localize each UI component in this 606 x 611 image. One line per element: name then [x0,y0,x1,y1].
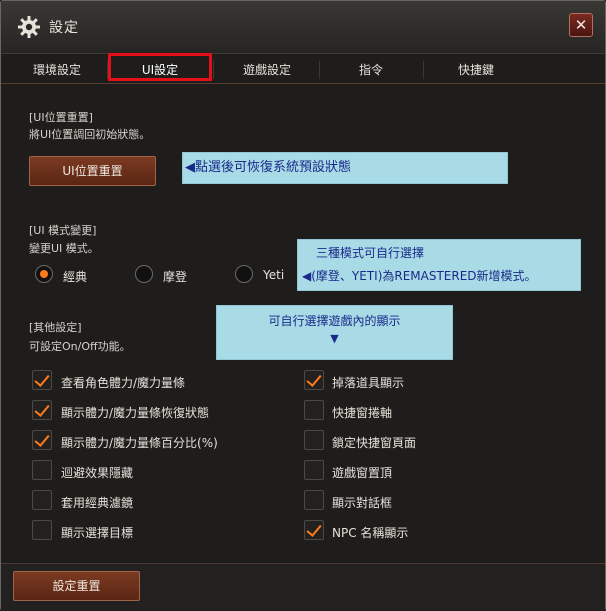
down-arrow-icon: ▼ [330,332,339,345]
radio-modern[interactable] [135,265,153,283]
checkbox-show-bar-recovery[interactable] [32,400,52,420]
close-button[interactable]: ✕ [569,13,593,37]
tab-divider [319,61,320,79]
ui-reset-description: 將UI位置調回初始狀態。 [29,128,151,141]
checkbox-hide-evasion-effect[interactable] [32,460,52,480]
tab-environment[interactable]: 環境設定 [7,55,107,83]
checkbox-label: 套用經典濾鏡 [61,496,134,510]
ui-mode-callout: 三種模式可自行選擇 ◀(摩登、YETI)為REMASTERED新增模式。 [297,239,581,291]
ui-mode-callout-line2: ◀(摩登、YETI)為REMASTERED新增模式。 [302,269,537,283]
other-callout-line1: 可自行選擇遊戲內的顯示 [268,314,401,328]
title-bar: 設定 ✕ [1,1,605,54]
checkbox-label: 迴避效果隱藏 [61,466,134,480]
tab-game-settings[interactable]: 遊戲設定 [217,55,317,83]
checkbox-label: 掉落道具顯示 [332,376,405,390]
settings-window: 設定 ✕ 環境設定 UI設定 遊戲設定 指令 快捷鍵 [UI位置重置] 將UI位… [0,0,606,611]
checkbox-label: 顯示體力/魔力量條恢復狀態 [61,406,210,420]
close-icon: ✕ [574,16,588,34]
checkbox-show-target[interactable] [32,520,52,540]
ui-mode-description: 變更UI 模式。 [29,242,99,255]
reset-settings-button[interactable]: 設定重置 [13,571,140,601]
active-tab-highlight [108,53,212,81]
radio-classic[interactable] [35,265,53,283]
checkbox-show-bar-percent[interactable] [32,430,52,450]
checkbox-label: 顯示選擇目標 [61,526,134,540]
other-settings-description: 可設定On/Off功能。 [29,340,131,353]
checkbox-classic-filter[interactable] [32,490,52,510]
checkbox-hotbar-scroll[interactable] [304,400,324,420]
ui-reset-button[interactable]: UI位置重置 [29,156,156,186]
tab-divider [423,61,424,79]
checkbox-label: 顯示體力/魔力量條百分比(%) [61,436,218,450]
checkbox-npc-names[interactable] [304,520,324,540]
radio-yeti[interactable] [235,265,253,283]
checkbox-label: NPC 名稱顯示 [332,526,409,540]
tab-commands[interactable]: 指令 [321,55,421,83]
other-settings-callout: 可自行選擇遊戲內的顯示 ▼ [216,305,453,360]
checkbox-label: 鎖定快捷窗頁面 [332,436,417,450]
checkbox-label: 查看角色體力/魔力量條 [61,376,186,390]
other-settings-heading: [其他設定] [29,321,82,334]
radio-classic-label: 經典 [63,270,88,284]
window-title: 設定 [49,20,79,36]
footer-bar: 設定重置 [1,563,605,611]
tab-bar: 環境設定 UI設定 遊戲設定 指令 快捷鍵 [1,55,605,84]
radio-modern-label: 摩登 [163,270,188,284]
gear-icon [18,16,40,38]
checkbox-label: 顯示對話框 [332,496,393,510]
ui-reset-heading: [UI位置重置] [29,111,93,124]
checkbox-label: 快捷窗捲軸 [332,406,393,420]
checkbox-show-dropped-items[interactable] [304,370,324,390]
ui-reset-callout: ◀點選後可恢復系統預設狀態 [182,152,508,184]
checkbox-window-topmost[interactable] [304,460,324,480]
checkbox-show-hp-mp-bar[interactable] [32,370,52,390]
radio-yeti-label: Yeti [263,268,285,282]
checkbox-label: 遊戲窗置頂 [332,466,393,480]
checkbox-lock-hotbar-page[interactable] [304,430,324,450]
ui-mode-heading: [UI 模式變更] [29,224,97,237]
ui-mode-callout-line1: 三種模式可自行選擇 [316,246,425,260]
checkbox-show-dialog[interactable] [304,490,324,510]
tab-hotkeys[interactable]: 快捷鍵 [426,55,526,83]
tab-divider [213,61,214,79]
